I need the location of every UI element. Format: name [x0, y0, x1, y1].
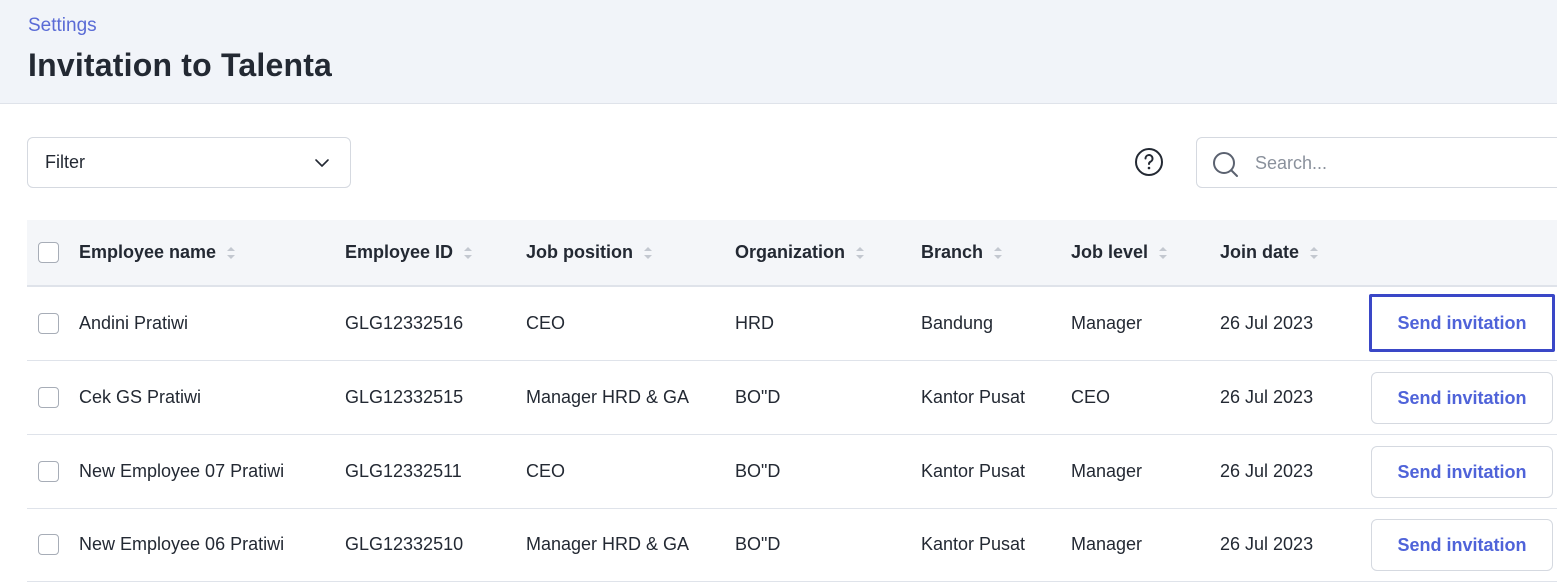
- row-checkbox[interactable]: [38, 313, 59, 334]
- row-checkbox[interactable]: [38, 461, 59, 482]
- row-checkbox[interactable]: [38, 387, 59, 408]
- send-invitation-button[interactable]: Send invitation: [1369, 294, 1555, 352]
- send-invitation-button[interactable]: Send invitation: [1371, 372, 1553, 424]
- sort-icon: [464, 246, 473, 259]
- column-header-job-level[interactable]: Job level: [1071, 220, 1168, 285]
- page-header: Settings Invitation to Talenta: [0, 0, 1557, 104]
- filter-label: Filter: [45, 152, 85, 172]
- row-checkbox[interactable]: [38, 534, 59, 555]
- send-invitation-button[interactable]: Send invitation: [1371, 446, 1553, 498]
- cell-job-position: CEO: [526, 313, 566, 333]
- cell-job-position: Manager HRD & GA: [526, 534, 690, 554]
- breadcrumb-settings[interactable]: Settings: [28, 15, 97, 37]
- column-header-label: Branch: [921, 242, 984, 262]
- column-header-label: Job position: [526, 242, 633, 262]
- cell-employee-name: New Employee 06 Pratiwi: [79, 534, 285, 554]
- column-header-join-date[interactable]: Join date: [1220, 220, 1319, 285]
- search-box[interactable]: [1196, 137, 1557, 188]
- cell-join-date: 26 Jul 2023: [1220, 461, 1314, 481]
- cell-employee-id: GLG12332516: [345, 313, 464, 333]
- sort-icon: [227, 246, 236, 259]
- column-header-label: Employee name: [79, 242, 217, 262]
- sort-icon: [644, 246, 652, 259]
- cell-organization: BO"D: [735, 534, 781, 554]
- column-header-organization[interactable]: Organization: [735, 220, 865, 285]
- table-row: New Employee 06 Pratiwi GLG12332510 Mana…: [27, 508, 1557, 582]
- cell-organization: BO"D: [735, 387, 781, 407]
- cell-branch: Bandung: [921, 313, 994, 333]
- cell-branch: Kantor Pusat: [921, 534, 1026, 554]
- cell-organization: HRD: [735, 313, 774, 333]
- cell-job-level: Manager: [1071, 461, 1143, 481]
- column-header-employee-id[interactable]: Employee ID: [345, 220, 473, 285]
- table-row: New Employee 07 Pratiwi GLG12332511 CEO …: [27, 435, 1557, 509]
- cell-branch: Kantor Pusat: [921, 461, 1026, 481]
- table-row: Andini Pratiwi GLG12332516 CEO HRD Bandu…: [27, 287, 1557, 361]
- cell-employee-name: Cek GS Pratiwi: [79, 387, 202, 407]
- cell-job-position: Manager HRD & GA: [526, 387, 690, 407]
- search-input[interactable]: [1255, 148, 1555, 178]
- sort-icon: [994, 246, 1003, 259]
- filter-dropdown[interactable]: Filter: [27, 137, 351, 188]
- column-header-branch[interactable]: Branch: [921, 220, 1003, 285]
- cell-join-date: 26 Jul 2023: [1220, 387, 1314, 407]
- column-header-label: Employee ID: [345, 242, 454, 262]
- column-header-job-position[interactable]: Job position: [526, 220, 653, 285]
- sort-icon: [1159, 246, 1168, 259]
- cell-join-date: 26 Jul 2023: [1220, 313, 1314, 333]
- column-header-label: Join date: [1220, 242, 1300, 262]
- sort-icon: [856, 246, 865, 259]
- table-row: Cek GS Pratiwi GLG12332515 Manager HRD &…: [27, 361, 1557, 435]
- cell-job-position: CEO: [526, 461, 566, 481]
- page-title: Invitation to Talenta: [28, 47, 333, 83]
- sort-icon: [1310, 246, 1319, 259]
- cell-job-level: Manager: [1071, 313, 1143, 333]
- column-header-employee-name[interactable]: Employee name: [79, 220, 236, 285]
- chevron-down-icon: [315, 159, 329, 167]
- cell-employee-id: GLG12332515: [345, 387, 464, 407]
- cell-branch: Kantor Pusat: [921, 387, 1026, 407]
- select-all-checkbox[interactable]: [38, 242, 59, 263]
- column-header-label: Job level: [1071, 242, 1149, 262]
- table-header: Employee name Employee ID Job position O…: [27, 220, 1557, 287]
- search-icon: [1213, 152, 1238, 177]
- cell-employee-id: GLG12332511: [345, 461, 462, 481]
- cell-employee-id: GLG12332510: [345, 534, 464, 554]
- cell-job-level: CEO: [1071, 387, 1111, 407]
- cell-employee-name: Andini Pratiwi: [79, 313, 189, 333]
- cell-organization: BO"D: [735, 461, 781, 481]
- cell-job-level: Manager: [1071, 534, 1143, 554]
- cell-employee-name: New Employee 07 Pratiwi: [79, 461, 285, 481]
- question-circle-icon[interactable]: [1134, 147, 1164, 177]
- column-header-label: Organization: [735, 242, 846, 262]
- cell-join-date: 26 Jul 2023: [1220, 534, 1314, 554]
- send-invitation-button[interactable]: Send invitation: [1371, 519, 1553, 571]
